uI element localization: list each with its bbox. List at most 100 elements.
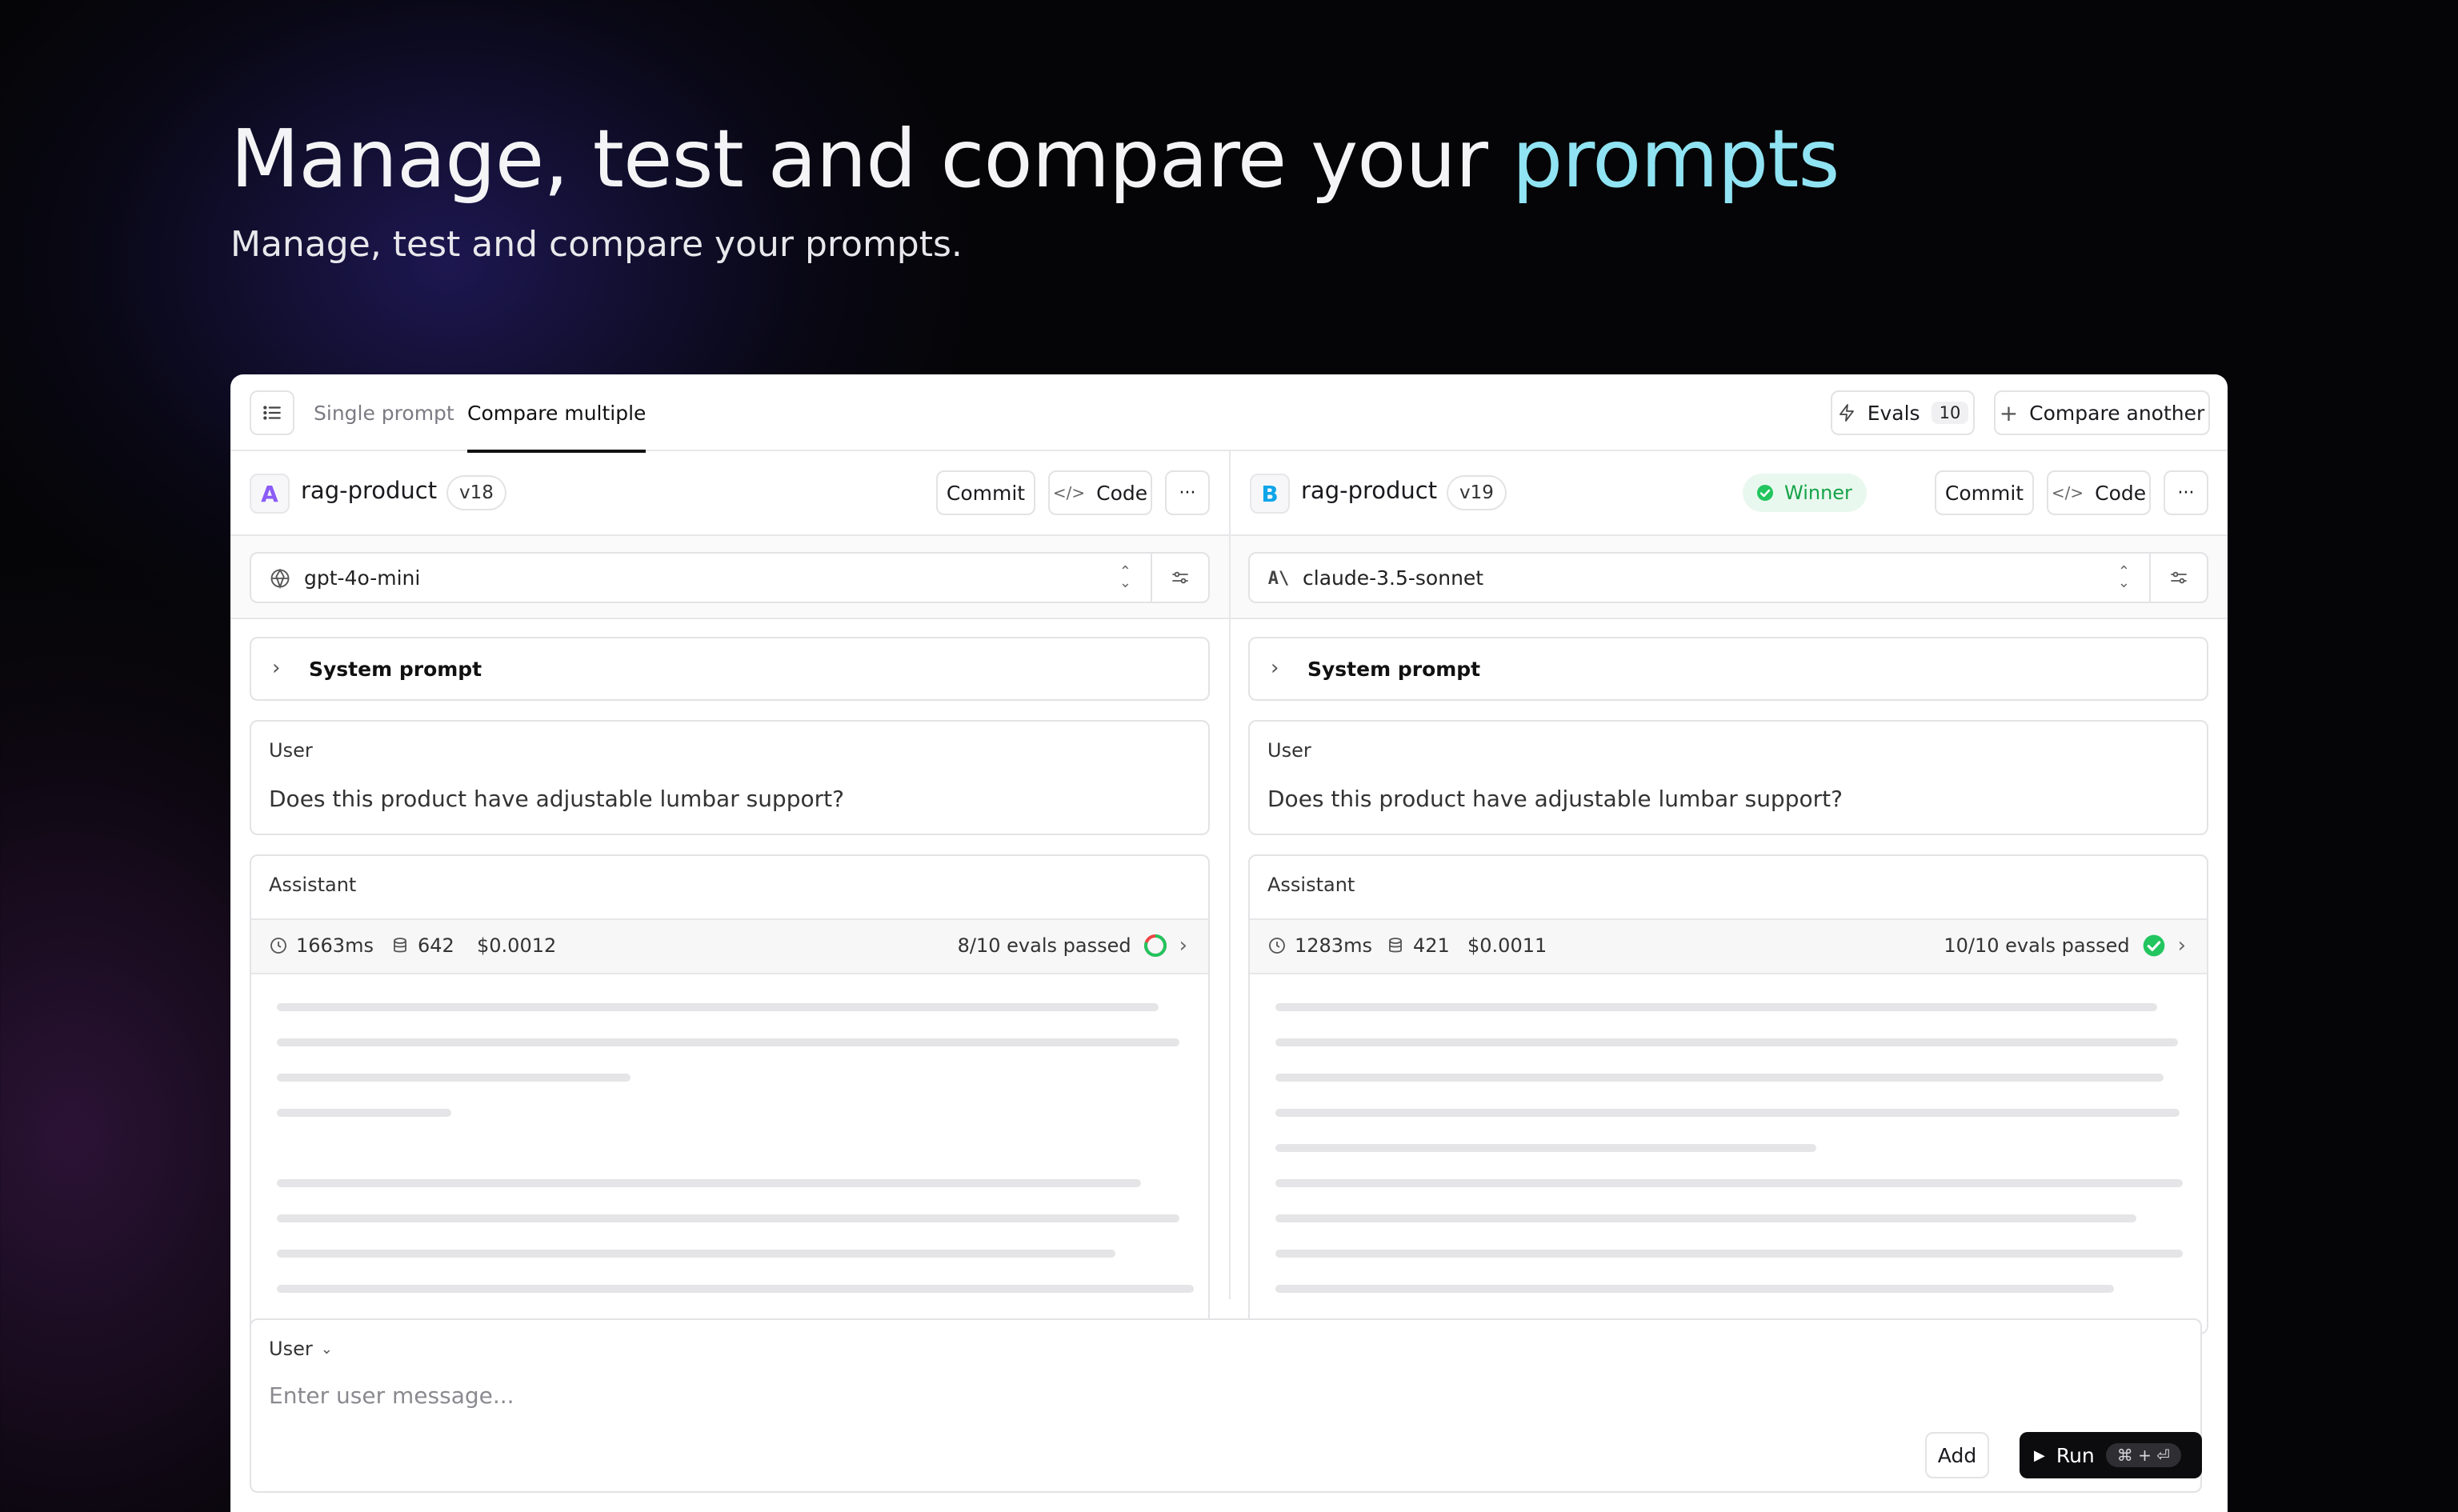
skeleton-line [277,1214,1179,1222]
latency-metric: 1283ms [1267,934,1372,957]
plus-icon: + [1999,399,2019,426]
evals-status[interactable]: 8/10 evals passed › [958,933,1187,958]
panel-header: A rag-product v18 Commit </> Code ··· [230,451,1229,536]
model-settings-button[interactable] [2149,554,2207,602]
panel-header: B rag-product v19 Winner Commit </> Code… [1231,451,2228,536]
skeleton-line [277,1003,1159,1011]
role-dropdown[interactable]: User ⌄ [269,1338,333,1360]
chevron-right-icon: › [1271,656,1279,680]
run-button[interactable]: ▶ Run ⌘ + ⏎ [2020,1432,2202,1478]
assistant-response-card: Assistant 1663ms 642 $0.0012 8/10 evals … [250,854,1210,1334]
prompt-name[interactable]: rag-product [1301,477,1437,504]
sliders-icon [2171,571,2187,584]
evals-count-badge: 10 [1931,402,1969,424]
lightning-icon [1839,404,1854,422]
hero-title-main: Manage, test and compare your [230,112,1512,206]
latency-value: 1283ms [1295,934,1372,957]
skeleton-line [1275,1250,2183,1258]
check-circle-icon [1757,485,1773,501]
skeleton-line [277,1250,1115,1258]
more-options-button[interactable]: ··· [2164,470,2208,515]
evals-progress-ring-icon [1143,934,1167,957]
chevron-right-icon: › [2177,934,2186,958]
system-prompt-toggle[interactable]: › System prompt [1248,637,2208,701]
model-select[interactable]: gpt-4o-mini ⌃ ⌄ [250,552,1210,603]
skeleton-line [277,1109,451,1117]
assistant-role-label: Assistant [269,874,357,896]
tab-single-prompt[interactable]: Single prompt [314,374,454,451]
role-dropdown-label: User [269,1338,313,1360]
skeleton-line [277,1038,1179,1046]
compare-another-button[interactable]: + Compare another [1994,390,2210,435]
winner-badge: Winner [1743,474,1867,512]
assistant-role-label: Assistant [1267,874,1355,896]
prompt-panel-a: A rag-product v18 Commit </> Code ··· gp… [230,451,1229,1334]
code-button[interactable]: </> Code [2047,470,2151,515]
compare-another-label: Compare another [2029,401,2205,425]
code-icon: </> [1052,483,1086,502]
metrics-row: 1663ms 642 $0.0012 8/10 evals passed › [251,918,1208,974]
skeleton-line [1275,1285,2114,1293]
system-prompt-toggle[interactable]: › System prompt [250,637,1210,701]
system-prompt-label: System prompt [309,658,482,681]
latency-metric: 1663ms [269,934,374,957]
hero-title-accent: prompts [1511,112,1840,206]
prompt-panel-b: B rag-product v19 Winner Commit </> Code… [1231,451,2228,1334]
model-row: A\ claude-3.5-sonnet ⌃ ⌄ [1231,536,2228,619]
evals-status[interactable]: 10/10 evals passed › [1944,933,2186,958]
user-message-card: User Does this product have adjustable l… [1248,720,2208,835]
list-icon [263,406,281,420]
run-label: Run [2056,1443,2095,1467]
tokens-value: 642 [418,934,454,957]
skeleton-line [1275,1144,1816,1152]
cost-value: $0.0012 [477,934,557,957]
more-options-button[interactable]: ··· [1165,470,1210,515]
evals-label: Evals [1867,401,1920,425]
commit-button[interactable]: Commit [936,470,1035,515]
top-toolbar: Single prompt Compare multiple Evals 10 … [230,374,2228,453]
variant-letter-badge: A [250,474,290,514]
system-prompt-label: System prompt [1307,658,1481,681]
version-pill[interactable]: v18 [446,475,506,510]
check-circle-icon [2143,934,2164,957]
code-button[interactable]: </> Code [1048,470,1152,515]
cost-metric: $0.0012 [477,934,556,957]
cost-metric: $0.0011 [1467,934,1547,957]
skeleton-line [1275,1003,2157,1011]
version-pill[interactable]: v19 [1447,475,1507,510]
model-select[interactable]: A\ claude-3.5-sonnet ⌃ ⌄ [1248,552,2208,603]
skeleton-line [277,1179,1141,1187]
model-name: gpt-4o-mini [304,566,421,590]
latency-value: 1663ms [296,934,374,957]
list-view-button[interactable] [250,390,294,435]
evals-button[interactable]: Evals 10 [1831,390,1975,435]
clock-icon [1269,938,1285,954]
prompt-name[interactable]: rag-product [301,477,437,504]
chevron-down-icon: ⌄ [320,1340,333,1358]
model-row: gpt-4o-mini ⌃ ⌄ [230,536,1229,619]
user-message-text: Does this product have adjustable lumbar… [1267,786,1843,812]
tokens-value: 421 [1413,934,1450,957]
run-shortcut-badge: ⌘ + ⏎ [2105,1443,2182,1467]
skeleton-line [277,1285,1194,1293]
chevron-updown-icon: ⌃ ⌄ [1119,563,1131,591]
openai-icon [269,567,291,590]
anthropic-icon: A\ [1267,568,1290,589]
assistant-response-card: Assistant 1283ms 421 $0.0011 10/10 evals… [1248,854,2208,1334]
evals-passed-text: 8/10 evals passed [957,934,1131,957]
play-icon: ▶ [2034,1446,2045,1464]
user-message-input[interactable] [269,1382,1709,1409]
code-label: Code [1096,481,1148,505]
hero-subtitle: Manage, test and compare your prompts. [230,224,963,265]
user-role-label: User [269,739,313,762]
user-message-card: User Does this product have adjustable l… [250,720,1210,835]
sliders-icon [1172,571,1188,584]
model-settings-button[interactable] [1151,554,1208,602]
commit-button[interactable]: Commit [1935,470,2034,515]
user-role-label: User [1267,739,1311,762]
tokens-metric: 421 [1386,934,1450,957]
hero-title: Manage, test and compare your prompts [230,112,1840,206]
add-button[interactable]: Add [1925,1432,1989,1478]
code-icon: </> [2051,483,2084,502]
tab-compare-multiple[interactable]: Compare multiple [467,374,647,453]
